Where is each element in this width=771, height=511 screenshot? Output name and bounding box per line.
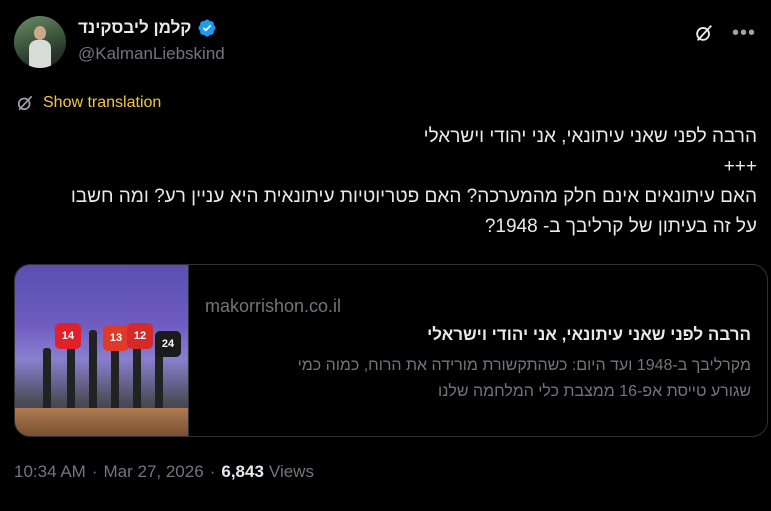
link-card[interactable]: 14 13 12 24 makorrishon.co.il הרבה לפני … (14, 264, 768, 437)
card-title: הרבה לפני שאני עיתונאי, אני יהודי וישראל… (427, 325, 751, 344)
card-description-line: שגורע טייסת אפ-16 ממצבת כלי המלחמה שלנו (438, 383, 751, 400)
tweet-header: קלמן ליבסקינד @KalmanLiebskind ••• (14, 14, 757, 70)
separator-dot: · (209, 462, 216, 481)
author-name-row[interactable]: קלמן ליבסקינד (78, 16, 225, 40)
card-description-line: מקרליבך ב-1948 ועד היום: כשהתקשורת מוריד… (297, 357, 751, 374)
tweet-line: הרבה לפני שאני עיתונאי, אני יהודי וישראל… (423, 126, 757, 147)
tweet-date[interactable]: Mar 27, 2026 (104, 462, 204, 482)
show-translation-label[interactable]: Show translation (43, 94, 161, 112)
tweet-text: הרבה לפני שאני עיתונאי, אני יהודי וישראל… (17, 122, 757, 242)
author-handle[interactable]: @KalmanLiebskind (78, 44, 225, 64)
tweet-line: האם עיתונאים אינם חלק מהמערכה? האם פטריו… (70, 186, 757, 207)
author-display-name[interactable]: קלמן ליבסקינד (78, 18, 191, 38)
grok-icon[interactable] (691, 20, 717, 46)
tweet-line: +++ (723, 156, 757, 177)
mic-flag: 12 (127, 323, 153, 349)
show-translation-link[interactable]: Show translation (15, 93, 161, 113)
separator-dot: · (91, 462, 98, 481)
card-thumbnail[interactable]: 14 13 12 24 (15, 265, 189, 436)
views-label: Views (268, 462, 314, 481)
card-domain: makorrishon.co.il (205, 296, 342, 316)
mic-flag: 14 (55, 323, 81, 349)
tweet-meta: 10:34 AM · Mar 27, 2026 · 6,843 Views (14, 462, 314, 482)
verified-badge-icon (198, 19, 216, 37)
translate-icon (17, 95, 33, 111)
card-description: מקרליבך ב-1948 ועד היום: כשהתקשורת מוריד… (191, 353, 751, 405)
views-count: 6,843 (221, 462, 264, 481)
more-icon[interactable]: ••• (731, 20, 757, 46)
avatar[interactable] (14, 16, 66, 68)
author-info: קלמן ליבסקינד @KalmanLiebskind (78, 16, 225, 64)
mic-flag: 24 (155, 331, 181, 357)
mic-flag: 13 (103, 325, 129, 351)
tweet-line: על זה בעיתון של קרליבך ב- 1948? (484, 216, 757, 237)
tweet-time[interactable]: 10:34 AM (14, 462, 86, 482)
